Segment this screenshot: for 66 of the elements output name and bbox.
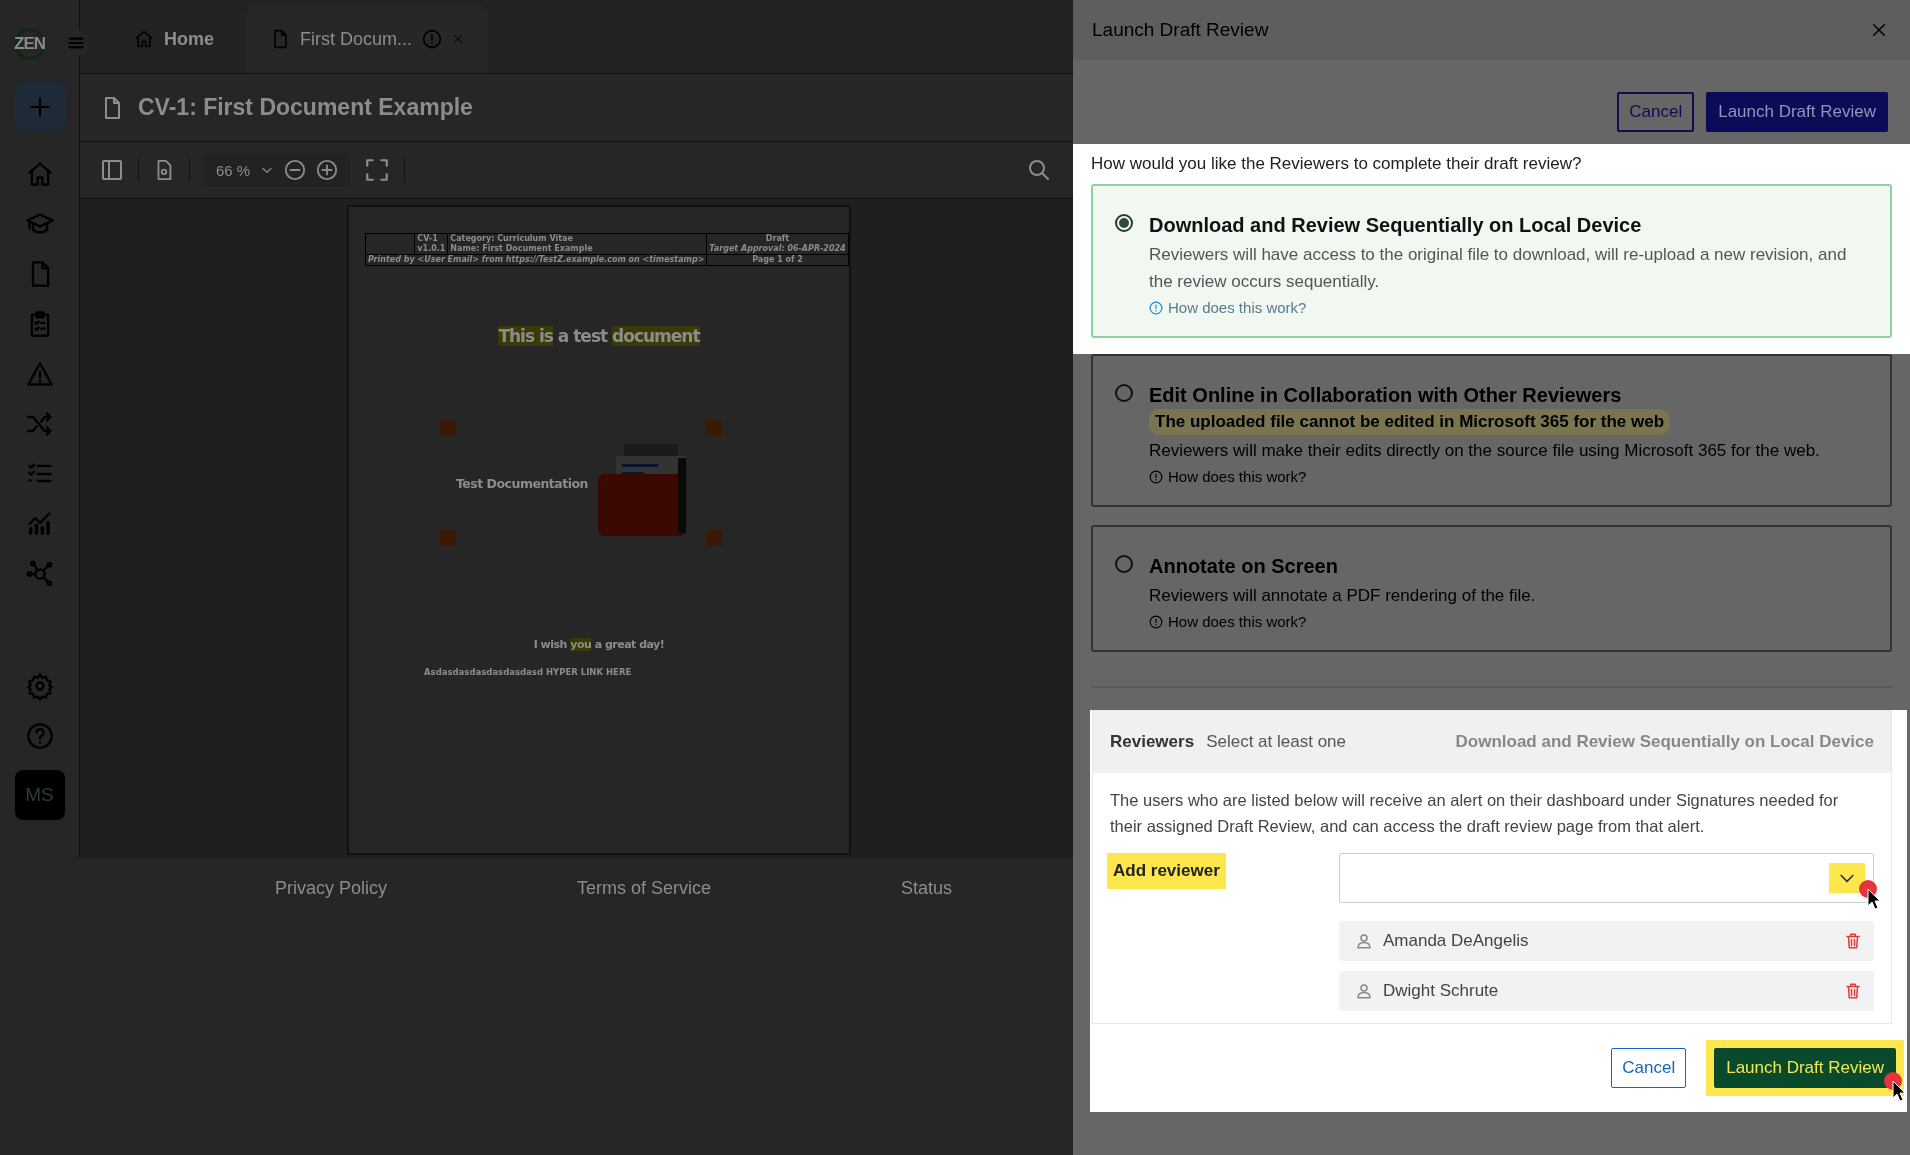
launch-button[interactable]: Launch Draft Review <box>1706 92 1888 132</box>
warning-icon <box>422 29 443 49</box>
radio-button[interactable] <box>1115 555 1133 573</box>
info-icon <box>1149 300 1163 315</box>
info-icon <box>1149 614 1163 629</box>
help-link[interactable]: How does this work? <box>1168 468 1307 485</box>
option-title: Annotate on Screen <box>1149 555 1338 577</box>
delete-icon[interactable] <box>1844 932 1862 950</box>
warning-badge: The uploaded file cannot be edited in Microsoft 365 for the web <box>1149 409 1671 435</box>
field-label: Add reviewer <box>1107 853 1226 889</box>
fullscreen-icon[interactable] <box>364 157 391 183</box>
click-cursor-icon <box>1859 880 1881 910</box>
document-code: CV-1 <box>417 234 439 244</box>
dropdown-toggle[interactable] <box>1829 863 1865 893</box>
footer-link[interactable]: Privacy Policy <box>275 878 388 899</box>
cancel-button[interactable]: Cancel <box>1617 92 1695 132</box>
option-card[interactable] <box>1091 354 1892 507</box>
option-description: Reviewers will annotate a PDF rendering of the file. <box>1149 585 1536 607</box>
greeting-text: I wish you a great day! <box>532 638 666 651</box>
document-category: Category: Curriculum Vitae <box>450 234 574 244</box>
review-mode: Download and Review Sequentially on Local Device <box>1455 732 1874 752</box>
sidebar-toggle-icon[interactable] <box>100 158 124 182</box>
cancel-button[interactable]: Cancel <box>1611 1048 1687 1088</box>
dialog-title: Launch Draft Review <box>1092 19 1269 41</box>
logo: ZEN <box>13 28 46 60</box>
question-text: How would you like the Reviewers to complete their draft review? <box>1090 153 1583 175</box>
option-title: Edit Online in Collaboration with Other Reviewers <box>1149 384 1622 406</box>
option-description: Reviewers will have access to the original file to download, will re-upload a new revision, and the review occurs sequentially. <box>1149 244 1848 293</box>
person-icon <box>1355 932 1373 950</box>
reviewers-description: The users who are listed below will receive an alert on their dashboard under Signatures needed for their assigned Draft Review, and can access the draft review page from that alert. <box>1109 790 1840 837</box>
document-title: CV-1: First Document Example <box>138 94 473 121</box>
image-caption: Test Documentation <box>456 475 588 491</box>
close-icon[interactable] <box>1870 21 1888 39</box>
option-description: Reviewers will make their edits directly on the source file using Microsoft 365 for the web. <box>1149 440 1821 462</box>
option-card[interactable]: Annotate on Screen Reviewers will annotate a PDF rendering of the file. How does this work? <box>1091 525 1892 652</box>
document-status: Draft <box>764 234 791 244</box>
delete-icon[interactable] <box>1844 982 1862 1000</box>
hyperlink-text: Asdasdasdasdasdasdasd HYPER LINK HERE <box>424 667 633 677</box>
option-title: Download and Review Sequentially on Local Device <box>1149 214 1642 236</box>
reviewer-name: Dwight Schrute <box>1383 981 1500 1001</box>
home-icon <box>134 29 154 49</box>
target-approval: Target Approval: 06-APR-2024 <box>709 244 846 254</box>
reviewer-name: Amanda DeAngelis <box>1383 931 1530 951</box>
document-version: v1.0.1 <box>417 244 446 254</box>
zoom-out-icon[interactable] <box>284 159 307 181</box>
radio-button[interactable] <box>1115 384 1133 402</box>
help-link[interactable]: How does this work? <box>1168 613 1307 630</box>
info-icon <box>1149 469 1163 484</box>
page-number: Page 1 of 2 <box>752 255 803 264</box>
radio-button[interactable] <box>1115 214 1133 232</box>
document-heading: This is a test document <box>497 326 702 346</box>
zoom-level[interactable]: 66 % <box>216 161 251 179</box>
tab[interactable]: First Docum... <box>246 5 489 73</box>
help-link[interactable]: How does this work? <box>1168 299 1307 316</box>
launch-button[interactable]: Launch Draft Review <box>1714 1048 1896 1088</box>
footer-link[interactable]: Status <box>901 878 953 899</box>
option-card[interactable]: Download and Review Sequentially on Local Device Reviewers will have access to the original file to download, will re-upload a new revision, and the review occurs sequentially. How does this work? <box>1091 184 1892 338</box>
zoom-in-icon[interactable] <box>316 159 339 181</box>
printed-note: Printed by <User Email> from https://TestZ.example.com on <timestamp> <box>368 255 705 264</box>
person-icon <box>1355 982 1373 1000</box>
footer-link[interactable]: Terms of Service <box>577 878 712 899</box>
tab[interactable]: Home <box>110 5 238 73</box>
hint-text: Select at least one <box>1206 732 1346 752</box>
section-title: Reviewers <box>1110 732 1195 752</box>
search-icon[interactable] <box>1027 158 1051 182</box>
document-name: Name: First Document Example <box>450 244 594 254</box>
